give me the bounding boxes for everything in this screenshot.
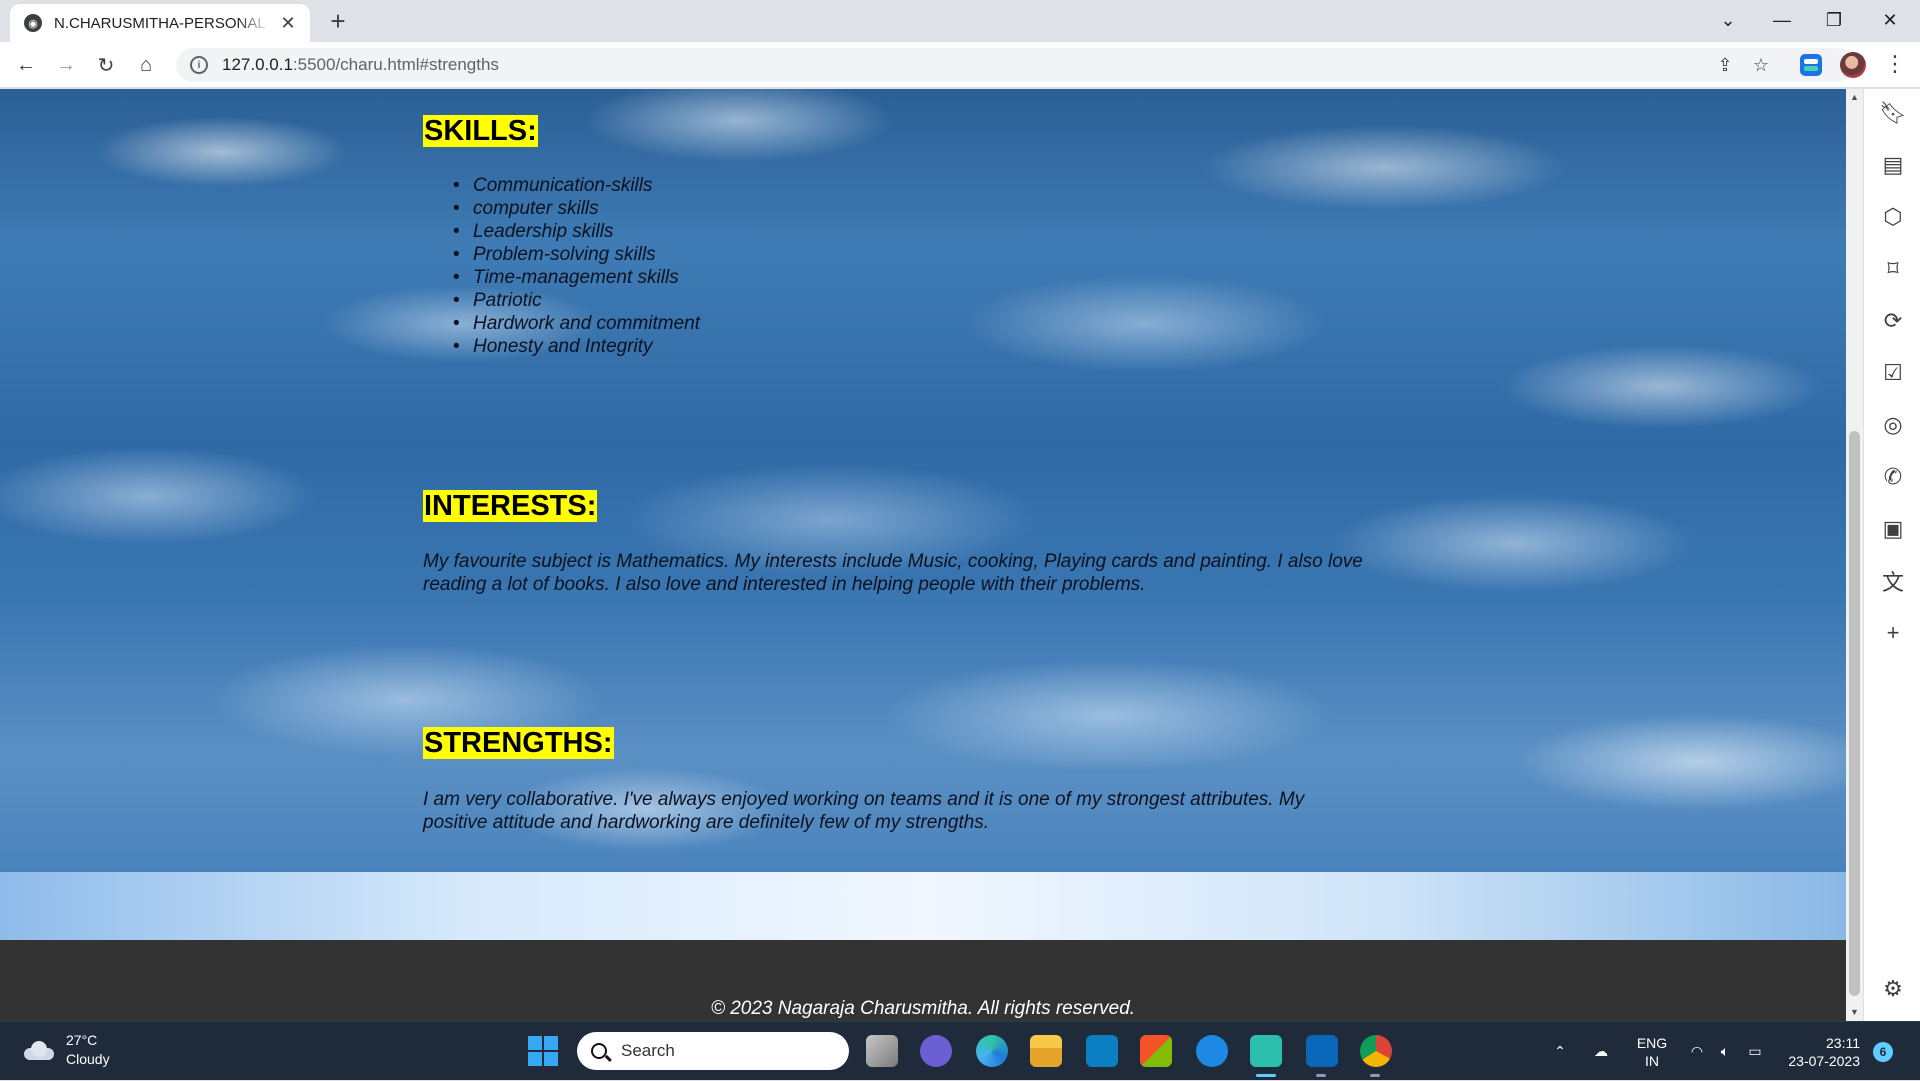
task-view-icon[interactable] (866, 1035, 898, 1067)
add-icon[interactable]: + (1879, 619, 1907, 647)
messenger-icon[interactable]: ◎ (1879, 411, 1907, 439)
taskbar-search[interactable]: Search (577, 1032, 849, 1070)
checklist-icon[interactable]: ☑ (1879, 359, 1907, 387)
skill-item: Leadership skills (453, 220, 700, 243)
page-footer: © 2023 Nagaraja Charusmitha. All rights … (0, 940, 1846, 1021)
whatsapp-icon[interactable]: ✆ (1879, 463, 1907, 491)
url-text: 127.0.0.1:5500/charu.html#strengths (222, 55, 499, 74)
browser-sidebar: 🔖︎ ▤ ⬡ ⌑ ⟳ ☑ ◎ ✆ ▣ 文 + ⚙ (1863, 89, 1920, 1021)
reload-icon[interactable]: ↻ (90, 49, 122, 81)
extension-icon[interactable] (1800, 54, 1822, 76)
browser-menu-icon[interactable]: ⋮ (1880, 50, 1910, 80)
microsoft-store-icon[interactable] (1140, 1035, 1172, 1067)
clock-date: 23-07-2023 (1788, 1053, 1860, 1069)
strengths-line: I am very collaborative. I've always enj… (423, 789, 1305, 810)
skill-item: Honesty and Integrity (453, 335, 700, 358)
vscode-icon[interactable] (1306, 1035, 1338, 1067)
cloud-background (0, 89, 1846, 872)
notification-badge[interactable]: 6 (1873, 1042, 1893, 1062)
scroll-thumb[interactable] (1849, 431, 1860, 996)
settings-gear-icon[interactable]: ⚙ (1879, 975, 1907, 1003)
sky-band (0, 872, 1846, 940)
language-code: ENG (1636, 1035, 1668, 1051)
instagram-icon[interactable]: ▣ (1879, 515, 1907, 543)
home-icon[interactable]: ⌂ (130, 49, 162, 81)
share-icon[interactable]: ⇪ (1710, 48, 1740, 82)
region-code: IN (1645, 1053, 1659, 1069)
myhp-icon[interactable] (1086, 1035, 1118, 1067)
active-app-icon[interactable] (1250, 1035, 1282, 1067)
show-hidden-icons-chevron[interactable]: ⌃ (1546, 1022, 1574, 1081)
skill-item: Hardwork and commitment (453, 312, 700, 335)
close-window-button[interactable]: ✕ (1862, 0, 1918, 40)
profile-avatar[interactable] (1840, 52, 1866, 78)
tab-strip: ◉ N.CHARUSMITHA-PERSONAL WEBSITE ✕ + ⌄ —… (0, 0, 1920, 42)
weather-temp: 27°C (66, 1032, 98, 1048)
edge-icon[interactable] (976, 1035, 1008, 1067)
clock-time: 23:11 (1826, 1035, 1860, 1051)
browser-tab[interactable]: ◉ N.CHARUSMITHA-PERSONAL WEBSITE ✕ (10, 4, 310, 42)
strengths-line: positive attitude and hardworking are de… (423, 812, 990, 833)
bookmark-icon[interactable]: 🔖︎ (1879, 99, 1907, 127)
windows-taskbar: 27°C Cloudy Search ⌃ ☁ ENG IN ◠ 🔈︎ ▭ 23:… (0, 1021, 1920, 1080)
skills-heading: SKILLS: (423, 115, 538, 147)
reading-list-icon[interactable]: ▤ (1879, 151, 1907, 179)
minimize-button[interactable]: — (1754, 0, 1810, 40)
skills-list: Communication-skills computer skills Lea… (453, 174, 700, 358)
forward-arrow-icon[interactable]: → (50, 49, 82, 81)
chrome-icon[interactable] (1360, 1035, 1392, 1067)
globe-icon: ◉ (24, 14, 42, 32)
skill-item: computer skills (453, 197, 700, 220)
vscode-running-indicator (1316, 1074, 1326, 1077)
file-explorer-icon[interactable] (1030, 1035, 1062, 1067)
tab-search-chevron-icon[interactable]: ⌄ (1700, 0, 1756, 40)
active-app-indicator (1256, 1074, 1276, 1077)
help-icon[interactable] (1196, 1035, 1228, 1067)
address-bar[interactable]: i 127.0.0.1:5500/charu.html#strengths ⇪ … (176, 48, 1854, 82)
chrome-running-indicator (1370, 1074, 1380, 1077)
interests-heading: INTERESTS: (423, 490, 598, 522)
interests-paragraph: My favourite subject is Mathematics. My … (423, 550, 1363, 596)
wifi-icon[interactable]: ◠ (1684, 1022, 1710, 1081)
skill-item: Patriotic (453, 289, 700, 312)
cube-icon[interactable]: ⬡ (1879, 203, 1907, 231)
skill-item: Problem-solving skills (453, 243, 700, 266)
translate-icon[interactable]: 文 (1879, 567, 1907, 595)
bookmark-star-icon[interactable]: ☆ (1746, 48, 1776, 82)
weather-text: 27°C Cloudy (66, 1031, 110, 1069)
close-tab-icon[interactable]: ✕ (278, 13, 298, 34)
sync-icon[interactable]: ⟳ (1879, 307, 1907, 335)
teams-chat-icon[interactable] (920, 1035, 952, 1067)
copyright-text: © 2023 Nagaraja Charusmitha. All rights … (710, 998, 1136, 1019)
page-scrollbar[interactable]: ▲ ▼ (1846, 89, 1863, 1021)
weather-widget[interactable]: 27°C Cloudy (22, 1031, 110, 1069)
windows-start-icon[interactable] (528, 1036, 558, 1066)
skill-item: Communication-skills (453, 174, 700, 197)
strengths-paragraph: I am very collaborative. I've always enj… (423, 788, 1304, 834)
interests-line: reading a lot of books. I also love and … (423, 574, 1146, 595)
skill-item: Time-management skills (453, 266, 700, 289)
tab-title: N.CHARUSMITHA-PERSONAL WEBSITE (54, 14, 270, 32)
search-label: Search (621, 1041, 675, 1060)
interests-line: My favourite subject is Mathematics. My … (423, 551, 1363, 572)
clock[interactable]: 23:11 23-07-2023 (1774, 1034, 1860, 1070)
strengths-heading: STRENGTHS: (423, 727, 614, 759)
back-arrow-icon[interactable]: ← (10, 49, 42, 81)
battery-icon[interactable]: ▭ (1742, 1022, 1768, 1081)
onedrive-icon[interactable]: ☁ (1586, 1022, 1616, 1081)
scroll-down-arrow-icon[interactable]: ▼ (1846, 1004, 1863, 1021)
scroll-up-arrow-icon[interactable]: ▲ (1846, 89, 1863, 106)
language-indicator[interactable]: ENG IN (1632, 1034, 1672, 1070)
restore-button[interactable]: ❐ (1806, 0, 1862, 40)
search-icon (591, 1043, 607, 1059)
volume-icon[interactable]: 🔈︎ (1712, 1022, 1738, 1081)
browser-toolbar: ← → ↻ ⌂ i 127.0.0.1:5500/charu.html#stre… (0, 42, 1920, 88)
weather-desc: Cloudy (66, 1051, 110, 1067)
page-viewport: SKILLS: Communication-skills computer sk… (0, 89, 1846, 1021)
site-info-icon[interactable]: i (190, 56, 208, 74)
cloud-icon (22, 1040, 56, 1060)
new-tab-button[interactable]: + (322, 6, 354, 38)
tag-icon[interactable]: ⌑ (1879, 255, 1907, 283)
